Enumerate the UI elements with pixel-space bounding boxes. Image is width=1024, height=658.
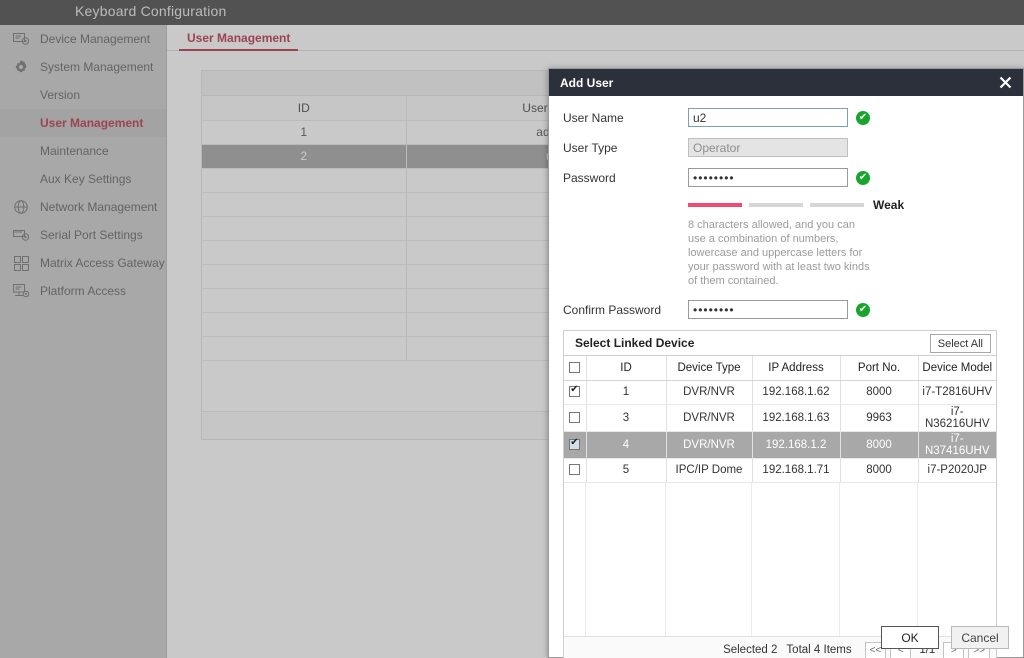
select-all-checkbox[interactable] bbox=[569, 362, 581, 374]
row-checkbox[interactable] bbox=[569, 437, 581, 450]
column-header-device-type: Device Type bbox=[666, 356, 753, 381]
linked-device-title: Select Linked Device bbox=[575, 336, 695, 350]
cell-id: 5 bbox=[586, 458, 667, 483]
cell-ip-address: 192.168.1.2 bbox=[752, 431, 841, 459]
cell-device-type: DVR/NVR bbox=[666, 431, 753, 459]
strength-segment-2 bbox=[749, 203, 803, 207]
field-row-user-type: User Type bbox=[563, 138, 1009, 157]
check-circle-icon: ✔ bbox=[856, 302, 870, 317]
strength-segment-1 bbox=[688, 203, 742, 207]
cell-device-model: i7-T2816UHV bbox=[918, 380, 996, 405]
row-checkbox[interactable] bbox=[569, 411, 581, 423]
ok-button[interactable]: OK bbox=[881, 626, 939, 649]
cell-ip-address: 192.168.1.63 bbox=[752, 404, 841, 432]
cell-port-no: 9963 bbox=[840, 404, 919, 432]
cell-device-model: i7-P2020JP bbox=[918, 458, 996, 483]
cell-id: 1 bbox=[586, 380, 667, 405]
cell-id: 4 bbox=[586, 431, 667, 459]
cell-checkbox bbox=[564, 431, 587, 459]
dialog-body: User Name ✔ User Type Password ✔ Weak bbox=[549, 96, 1023, 658]
dialog-titlebar: Add User bbox=[549, 69, 1023, 96]
check-circle-icon: ✔ bbox=[856, 110, 870, 125]
cell-ip-address: 192.168.1.62 bbox=[752, 380, 841, 405]
cell-device-type: IPC/IP Dome bbox=[666, 458, 753, 483]
cell-ip-address: 192.168.1.71 bbox=[752, 458, 841, 483]
check-circle-icon: ✔ bbox=[856, 170, 870, 185]
row-checkbox[interactable] bbox=[569, 464, 581, 476]
column-header-id: ID bbox=[586, 356, 667, 381]
cell-port-no: 8000 bbox=[840, 380, 919, 405]
cell-id: 3 bbox=[586, 404, 667, 432]
selected-count-text: Selected 2 bbox=[723, 644, 778, 656]
confirm-password-input[interactable] bbox=[688, 300, 848, 319]
column-header-port-no: Port No. bbox=[840, 356, 919, 381]
table-row[interactable]: 5 IPC/IP Dome 192.168.1.71 8000 i7-P2020… bbox=[564, 458, 996, 483]
password-input[interactable] bbox=[688, 168, 848, 187]
cell-device-model: i7-N36216UHV bbox=[918, 404, 996, 432]
label-user-type: User Type bbox=[563, 140, 618, 155]
cell-port-no: 8000 bbox=[840, 458, 919, 483]
table-row[interactable]: 4 DVR/NVR 192.168.1.2 8000 i7-N37416UHV bbox=[564, 431, 996, 459]
label-password: Password bbox=[563, 170, 616, 185]
user-name-input[interactable] bbox=[688, 108, 848, 127]
cancel-button[interactable]: Cancel bbox=[951, 626, 1009, 649]
row-checkbox[interactable] bbox=[569, 384, 581, 398]
field-row-user-name: User Name ✔ bbox=[563, 108, 1009, 127]
total-items-text: Total 4 Items bbox=[786, 644, 852, 656]
table-header-row: ID Device Type IP Address Port No. Devic… bbox=[564, 356, 996, 381]
label-confirm-password: Confirm Password bbox=[563, 302, 662, 317]
select-linked-device-panel: Select Linked Device Select All ID Devic… bbox=[563, 330, 997, 658]
cell-checkbox bbox=[564, 404, 587, 432]
linked-device-header: Select Linked Device Select All bbox=[564, 331, 996, 356]
field-row-password: Password ✔ bbox=[563, 168, 1009, 187]
table-row[interactable]: 3 DVR/NVR 192.168.1.63 9963 i7-N36216UHV bbox=[564, 404, 996, 432]
linked-device-empty-area bbox=[564, 482, 996, 637]
select-all-button[interactable]: Select All bbox=[929, 334, 991, 353]
cell-device-type: DVR/NVR bbox=[666, 404, 753, 432]
user-type-input bbox=[688, 138, 848, 157]
column-header-checkbox bbox=[564, 356, 587, 381]
label-user-name: User Name bbox=[563, 110, 624, 125]
add-user-dialog: Add User User Name ✔ User Type Password bbox=[548, 68, 1024, 658]
password-strength-meter: Weak bbox=[688, 198, 1009, 212]
strength-label: Weak bbox=[873, 198, 905, 212]
linked-device-table: ID Device Type IP Address Port No. Devic… bbox=[564, 356, 996, 483]
cell-checkbox bbox=[564, 458, 587, 483]
column-header-device-model: Device Model bbox=[918, 356, 996, 381]
table-row[interactable]: 1 DVR/NVR 192.168.1.62 8000 i7-T2816UHV bbox=[564, 380, 996, 405]
cell-device-type: DVR/NVR bbox=[666, 380, 753, 405]
cell-device-model: i7-N37416UHV bbox=[918, 431, 996, 459]
field-row-confirm-password: Confirm Password ✔ bbox=[563, 300, 1009, 319]
password-hint-text: 8 characters allowed, and you can use a … bbox=[688, 219, 870, 287]
close-icon[interactable] bbox=[996, 73, 1015, 92]
strength-segment-3 bbox=[810, 203, 864, 207]
dialog-actions: OK Cancel bbox=[881, 626, 1009, 649]
dialog-title: Add User bbox=[560, 75, 614, 90]
cell-checkbox bbox=[564, 380, 587, 405]
cell-port-no: 8000 bbox=[840, 431, 919, 459]
column-header-ip-address: IP Address bbox=[752, 356, 841, 381]
